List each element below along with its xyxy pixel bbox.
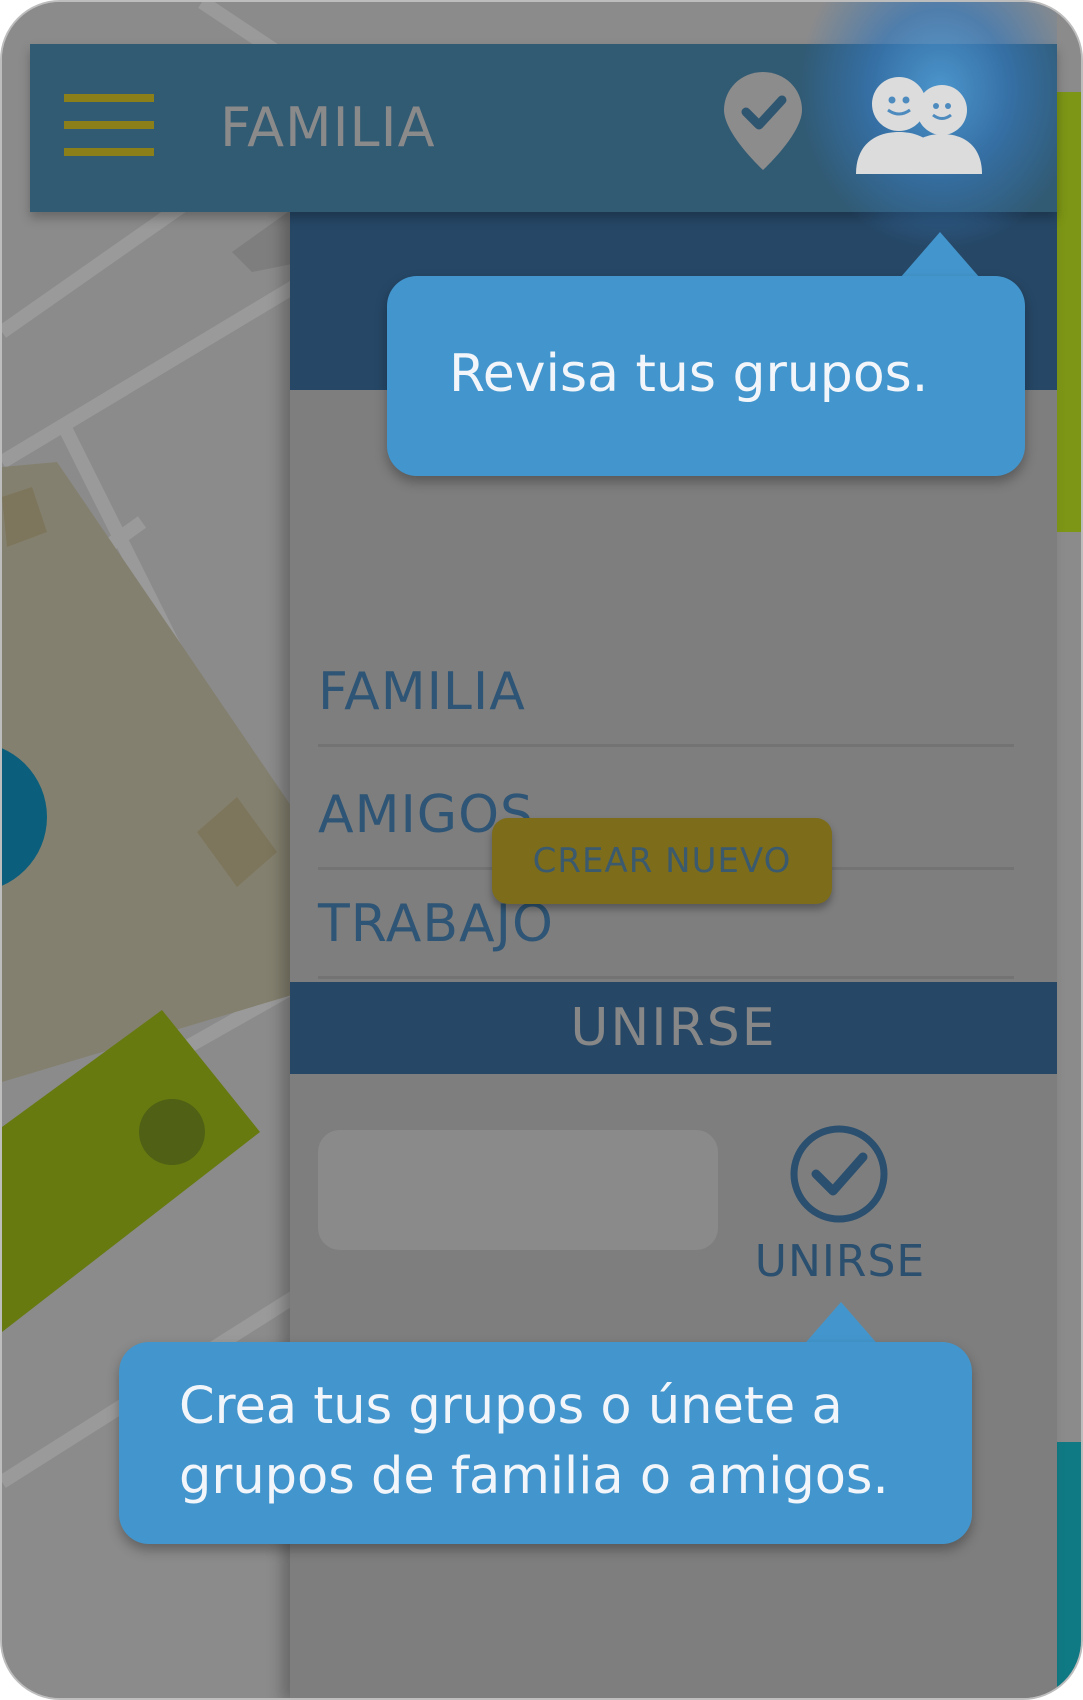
group-item-label: FAMILIA: [318, 662, 526, 722]
join-code-input[interactable]: [318, 1130, 718, 1250]
tooltip-groups-hint: Revisa tus grupos.: [387, 276, 1025, 476]
tooltip-text: Revisa tus grupos.: [449, 344, 929, 404]
location-pin-check-icon[interactable]: [722, 70, 804, 172]
tooltip-line-1: Crea tus grupos o únete a: [179, 1377, 843, 1436]
join-button-label: UNIRSE: [754, 1236, 926, 1287]
current-group-title: FAMILIA: [220, 96, 436, 159]
join-button[interactable]: UNIRSE: [745, 1124, 935, 1294]
group-item-familia[interactable]: FAMILIA: [318, 634, 1014, 747]
groups-people-icon[interactable]: [820, 48, 1050, 212]
tooltip-pointer: [900, 232, 980, 278]
top-bar: FAMILIA: [30, 2, 1057, 252]
hamburger-menu-icon[interactable]: [64, 94, 154, 156]
check-circle-icon: [790, 1125, 888, 1223]
tooltip-line-2: grupos de familia o amigos.: [179, 1447, 889, 1506]
tooltip-text: Crea tus grupos o únete a grupos de fami…: [179, 1372, 959, 1512]
tooltip-join-hint: Crea tus grupos o únete a grupos de fami…: [119, 1342, 972, 1544]
create-group-button[interactable]: CREAR NUEVO: [492, 818, 832, 904]
join-section-title: UNIRSE: [290, 982, 1057, 1074]
app-screen: FAMILIA AMIGOS TRABAJO CREAR NUEVO UNIRS…: [0, 0, 1083, 1700]
